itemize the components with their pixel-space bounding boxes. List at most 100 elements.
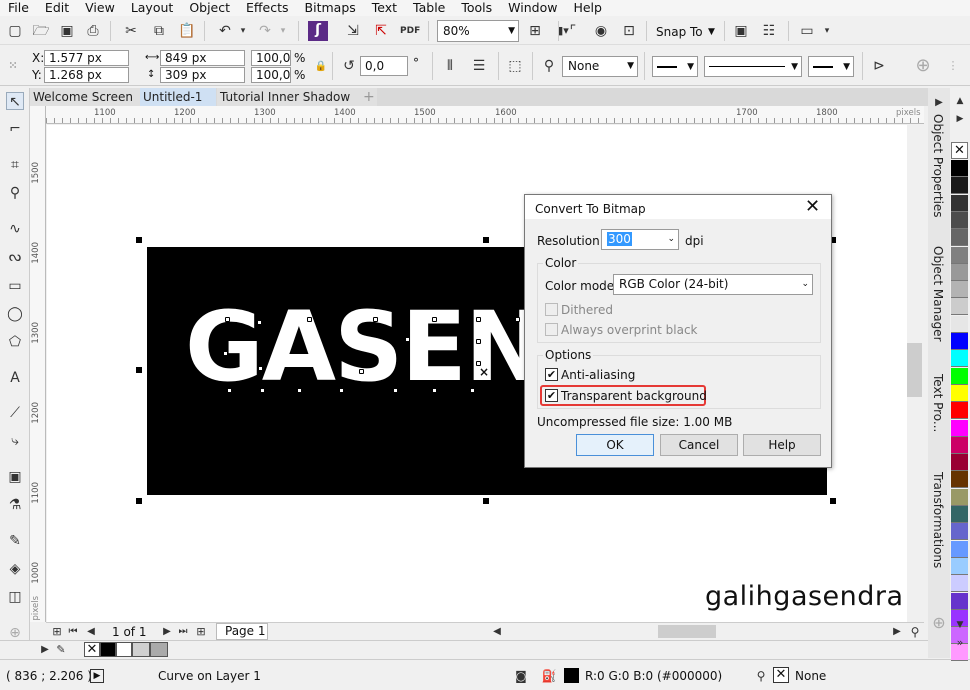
color-swatch[interactable] [951, 384, 968, 402]
color-swatch[interactable] [951, 575, 968, 593]
selection-handle-bottom-left[interactable] [136, 498, 142, 504]
curve-node[interactable] [227, 388, 232, 393]
ok-button[interactable]: OK [576, 434, 654, 456]
color-swatch[interactable] [951, 506, 968, 523]
color-swatch[interactable] [951, 281, 968, 299]
close-icon[interactable]: ✕ [805, 196, 820, 217]
zoom-navigator-icon[interactable]: ⚲ [906, 623, 924, 641]
polygon-tool-icon[interactable]: ⬠ [6, 333, 24, 351]
resolution-dropdown[interactable]: 300 ⌄ [601, 229, 679, 250]
ellipse-tool-icon[interactable]: ◯ [6, 305, 24, 323]
save-icon[interactable]: ▣ [58, 22, 76, 40]
selection-handle-bottom[interactable] [483, 498, 489, 504]
add-page-icon[interactable]: ⊞ [192, 623, 210, 641]
docker-object-properties[interactable]: Object Properties [931, 114, 945, 218]
text-wrap-icon[interactable]: ⊳ [870, 57, 888, 75]
rectangle-tool-icon[interactable]: ▭ [6, 277, 24, 295]
scroll-left-icon[interactable]: ◀ [488, 623, 506, 641]
text-tool-icon[interactable]: A [6, 369, 24, 387]
tab-untitled-1[interactable]: Untitled-1 [140, 88, 216, 106]
object-origin-icon[interactable]: ⁙ [4, 57, 22, 75]
eyedropper-icon[interactable]: ✎ [52, 641, 70, 659]
curve-node[interactable] [405, 337, 410, 342]
menu-tools[interactable]: Tools [453, 0, 500, 16]
outline-pen-icon[interactable]: ⚲ [540, 57, 558, 75]
help-button[interactable]: Help [743, 434, 821, 456]
curve-node[interactable] [225, 317, 230, 322]
show-guidelines-icon[interactable]: ⊡ [620, 22, 638, 40]
application-launcher-icon[interactable]: ▭ [798, 22, 816, 40]
color-swatch[interactable] [100, 642, 116, 657]
paste-icon[interactable]: 📋 [178, 22, 196, 40]
mirror-horizontal-icon[interactable]: ⫴ [441, 57, 459, 75]
color-swatch[interactable] [951, 333, 968, 350]
height-field[interactable]: 309 px [160, 67, 245, 83]
menu-bitmaps[interactable]: Bitmaps [297, 0, 364, 16]
first-page-icon[interactable]: ⏮ [64, 623, 82, 641]
outline-pen-icon[interactable]: ⚲ [752, 667, 770, 685]
shape-tool-icon[interactable]: ⌐ [6, 120, 24, 138]
curve-node[interactable] [223, 351, 228, 356]
no-color-swatch[interactable]: ✕ [951, 142, 968, 159]
show-grid-icon[interactable]: ◉ [592, 22, 610, 40]
fill-color-swatch[interactable] [564, 668, 579, 683]
color-swatch[interactable] [951, 229, 968, 247]
snap-to-dropdown-icon[interactable]: ▼ [708, 25, 715, 39]
connector-tool-icon[interactable]: ⤷ [6, 432, 24, 450]
parallel-dimension-icon[interactable]: ⟋ [6, 404, 24, 422]
end-arrowhead-dropdown[interactable]: ▼ [808, 56, 854, 77]
fill-bucket-icon[interactable]: ⛽ [540, 667, 558, 685]
zoom-level-dropdown[interactable]: 80% ▼ [437, 20, 519, 42]
cut-icon[interactable]: ✂ [122, 22, 140, 40]
color-swatch[interactable] [951, 263, 968, 281]
pick-tool-icon[interactable]: ↖ [6, 92, 24, 110]
mirror-vertical-icon[interactable]: ☰ [470, 57, 488, 75]
no-outline-icon[interactable]: ✕ [773, 667, 789, 683]
curve-node[interactable] [432, 317, 437, 322]
x-position-field[interactable]: 1.577 px [44, 50, 129, 66]
color-swatch[interactable] [951, 367, 968, 385]
crop-tool-icon[interactable]: ⌗ [6, 156, 24, 174]
color-swatch[interactable] [951, 177, 968, 195]
new-tab-icon[interactable]: + [360, 88, 380, 106]
color-eyedropper-icon[interactable]: ✎ [6, 532, 24, 550]
width-field[interactable]: 849 px [160, 50, 245, 66]
line-style-dropdown[interactable]: ▼ [704, 56, 802, 77]
add-icon[interactable]: ⊕ [914, 57, 932, 75]
menu-help[interactable]: Help [565, 0, 610, 16]
horizontal-ruler[interactable]: 1100 1200 1300 1400 1500 1600 1700 1800 … [46, 106, 924, 124]
undo-icon[interactable]: ↶ [216, 22, 234, 40]
color-swatch[interactable] [951, 436, 968, 454]
curve-node[interactable] [339, 388, 344, 393]
curve-node[interactable] [258, 366, 263, 371]
convert-to-curves-icon[interactable]: ⬚ [506, 57, 524, 75]
open-folder-icon[interactable]: 🗁 [32, 22, 50, 40]
menu-effects[interactable]: Effects [238, 0, 297, 16]
color-swatch[interactable] [951, 419, 968, 437]
dithered-checkbox[interactable] [545, 303, 558, 316]
outline-width-dropdown[interactable]: None ▼ [562, 56, 638, 77]
color-swatch[interactable] [951, 471, 968, 489]
anti-aliasing-checkbox[interactable]: ✔ [545, 368, 558, 381]
transparent-background-checkbox[interactable]: ✔ [545, 389, 558, 402]
options-icon[interactable]: ☷ [760, 22, 778, 40]
docker-nav-icon[interactable]: ▶ [930, 94, 948, 112]
overprint-black-checkbox[interactable] [545, 323, 558, 336]
curve-node[interactable] [359, 369, 364, 374]
menu-window[interactable]: Window [500, 0, 565, 16]
selection-handle-top-left[interactable] [136, 237, 142, 243]
drop-shadow-icon[interactable]: ▣ [6, 468, 24, 486]
menu-object[interactable]: Object [181, 0, 238, 16]
artistic-media-icon[interactable]: ᔓ [6, 248, 24, 266]
scroll-right-icon[interactable]: ▶ [888, 623, 906, 641]
scale-width-field[interactable]: 100,0 [251, 50, 291, 66]
selection-handle-top[interactable] [483, 237, 489, 243]
zoom-tool-icon[interactable]: ⚲ [6, 184, 24, 202]
color-swatch[interactable] [951, 488, 968, 506]
color-swatch[interactable] [951, 298, 968, 316]
color-proof-icon[interactable]: ◙ [512, 667, 530, 685]
color-swatch[interactable] [951, 194, 968, 212]
menu-view[interactable]: View [77, 0, 123, 16]
color-swatch[interactable] [951, 160, 968, 177]
docker-object-manager[interactable]: Object Manager [931, 246, 945, 342]
